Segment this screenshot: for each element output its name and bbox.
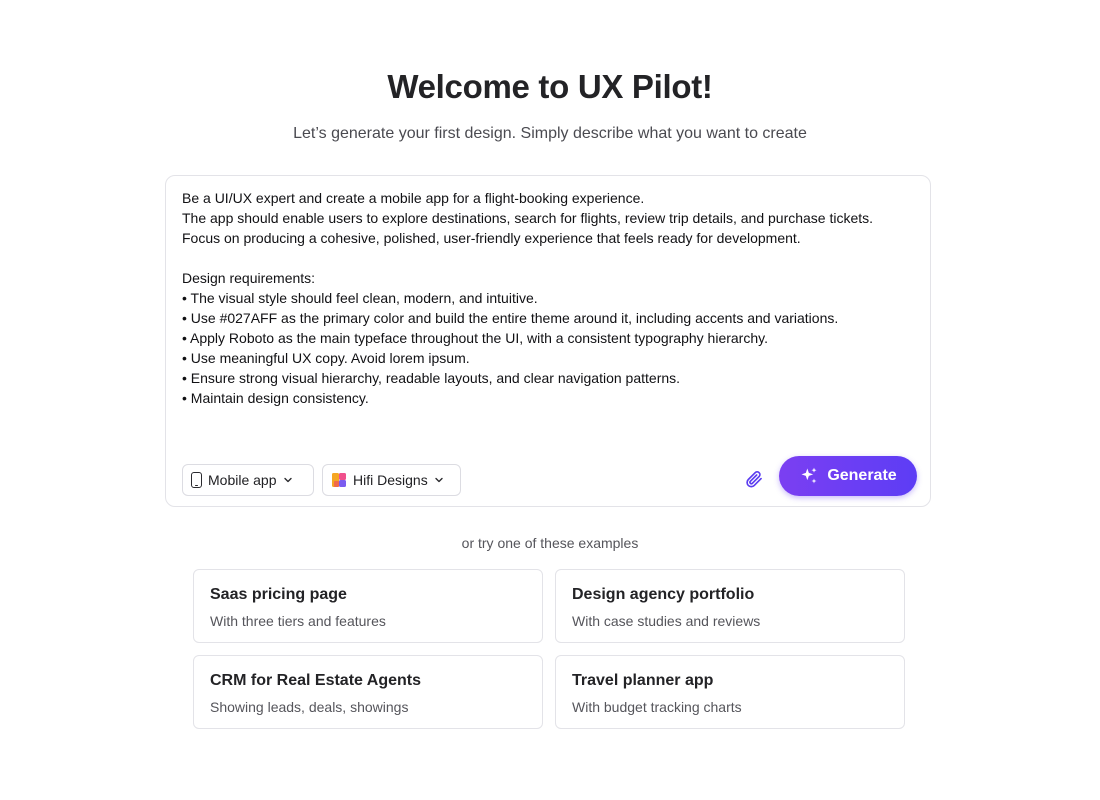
- paperclip-icon: [746, 471, 762, 488]
- design-fidelity-dropdown[interactable]: Hifi Designs: [322, 464, 461, 496]
- example-description: With three tiers and features: [210, 613, 386, 629]
- example-card-design-agency[interactable]: Design agency portfolio With case studie…: [555, 569, 905, 643]
- example-card-crm-real-estate[interactable]: CRM for Real Estate Agents Showing leads…: [193, 655, 543, 729]
- phone-icon: [191, 472, 202, 488]
- example-title: Travel planner app: [572, 672, 714, 689]
- page: Welcome to UX Pilot! Let’s generate your…: [0, 0, 1100, 800]
- prompt-card: Mobile app Hifi Designs: [165, 175, 931, 507]
- example-card-saas-pricing[interactable]: Saas pricing page With three tiers and f…: [193, 569, 543, 643]
- chevron-down-icon: [283, 477, 292, 483]
- prompt-input[interactable]: [182, 188, 912, 448]
- palette-icon: [332, 473, 346, 487]
- example-description: Showing leads, deals, showings: [210, 699, 409, 715]
- example-description: With budget tracking charts: [572, 699, 742, 715]
- examples-label: or try one of these examples: [461, 535, 639, 551]
- page-subtitle: Let’s generate your first design. Simply…: [293, 125, 807, 142]
- device-type-label: Mobile app: [208, 472, 277, 488]
- example-description: With case studies and reviews: [572, 613, 761, 629]
- generate-button[interactable]: Generate: [779, 456, 917, 496]
- example-title: Design agency portfolio: [572, 586, 755, 603]
- attach-file-button[interactable]: [741, 466, 767, 492]
- device-type-dropdown[interactable]: Mobile app: [182, 464, 314, 496]
- example-title: CRM for Real Estate Agents: [210, 672, 421, 689]
- design-fidelity-label: Hifi Designs: [353, 472, 428, 488]
- example-card-travel-planner[interactable]: Travel planner app With budget tracking …: [555, 655, 905, 729]
- example-title: Saas pricing page: [210, 586, 347, 603]
- sparkles-icon: [801, 467, 817, 484]
- page-title: Welcome to UX Pilot!: [387, 68, 713, 105]
- generate-label: Generate: [827, 467, 897, 484]
- chevron-down-icon: [435, 477, 443, 483]
